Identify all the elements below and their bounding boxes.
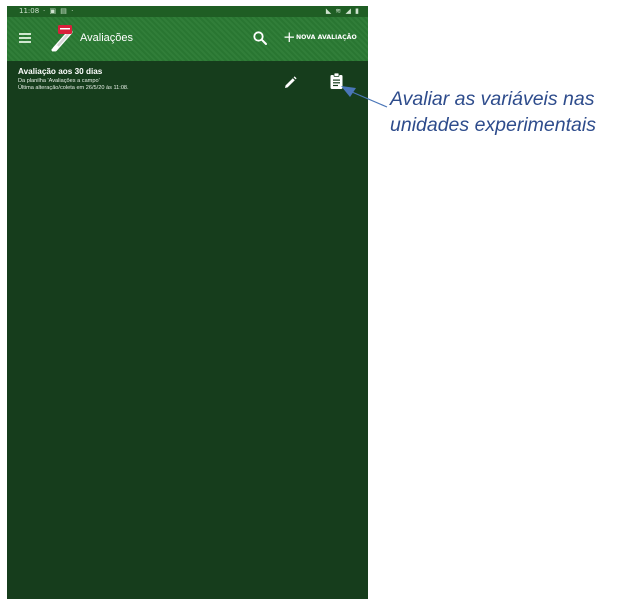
annotation-callout: Avaliar as variáveis nas unidades experi… bbox=[390, 86, 630, 138]
app-bar: Avaliações + NOVA AVALIAÇÃO bbox=[7, 17, 368, 61]
search-icon[interactable] bbox=[252, 30, 268, 46]
new-evaluation-label: NOVA AVALIAÇÃO bbox=[296, 34, 357, 41]
annotation-line-1: Avaliar as variáveis nas bbox=[390, 88, 595, 110]
page-title: Avaliações bbox=[80, 32, 133, 44]
new-evaluation-button[interactable]: + NOVA AVALIAÇÃO bbox=[283, 28, 365, 47]
item-title: Avaliação aos 30 dias bbox=[18, 67, 103, 76]
clipboard-icon[interactable] bbox=[329, 72, 344, 90]
item-source: Da planilha 'Avaliações a campo' bbox=[18, 78, 100, 84]
device-screen: 11:08 · ▣ ▤ · ◣ ≋ ◢ ▮ Avaliações + NOVA … bbox=[7, 6, 368, 599]
notification-icons: · ▣ ▤ · bbox=[43, 7, 75, 15]
status-bar: 11:08 · ▣ ▤ · ◣ ≋ ◢ ▮ bbox=[7, 6, 368, 17]
hamburger-menu-icon[interactable] bbox=[19, 33, 31, 43]
system-status-icons: ◣ ≋ ◢ ▮ bbox=[325, 7, 360, 15]
pencil-icon[interactable] bbox=[282, 75, 298, 91]
plus-icon: + bbox=[283, 28, 296, 46]
app-logo-icon bbox=[51, 25, 73, 52]
list-item[interactable]: Avaliação aos 30 dias Da planilha 'Avali… bbox=[7, 63, 368, 103]
status-time: 11:08 bbox=[19, 7, 40, 15]
item-last-modified: Última alteração/coleta em 26/5/20 às 11… bbox=[18, 85, 129, 91]
annotation-line-2: unidades experimentais bbox=[390, 114, 596, 136]
